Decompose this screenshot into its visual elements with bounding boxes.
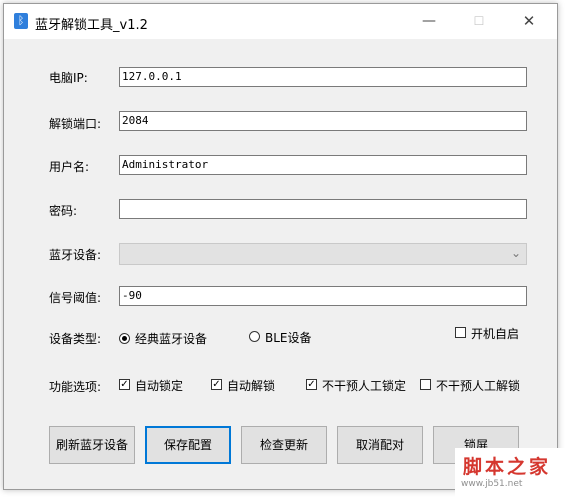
device-type-label: 设备类型: — [49, 332, 102, 346]
check-update-button[interactable]: 检查更新 — [241, 426, 327, 464]
ip-label: 电脑IP: — [49, 71, 88, 85]
ip-input[interactable]: 127.0.0.1 — [119, 67, 527, 87]
radio-ble[interactable] — [249, 331, 260, 342]
no-manual-lock-label: 不干预人工锁定 — [322, 379, 407, 393]
device-select[interactable]: ⌄ — [119, 243, 527, 265]
title-bar[interactable]: ᛒ 蓝牙解锁工具_v1.2 — ☐ ✕ — [4, 4, 557, 39]
signal-label: 信号阈值: — [49, 291, 102, 305]
password-label: 密码: — [49, 204, 78, 218]
chevron-down-icon: ⌄ — [510, 246, 521, 260]
watermark-text: 脚本之家 — [463, 456, 552, 478]
auto-unlock-checkbox[interactable]: ✓ — [211, 379, 222, 390]
watermark-url: www.jb51.net — [461, 479, 523, 489]
unpair-button[interactable]: 取消配对 — [337, 426, 423, 464]
no-manual-unlock-label: 不干预人工解锁 — [436, 379, 521, 393]
device-label: 蓝牙设备: — [49, 248, 102, 262]
app-window: ᛒ 蓝牙解锁工具_v1.2 — ☐ ✕ 电脑IP: 127.0.0.1 解锁端口… — [3, 3, 558, 490]
auto-lock-label: 自动锁定 — [135, 379, 184, 393]
no-manual-unlock-checkbox[interactable] — [420, 379, 431, 390]
maximize-button[interactable]: ☐ — [456, 4, 502, 39]
refresh-devices-button[interactable]: 刷新蓝牙设备 — [49, 426, 135, 464]
auto-unlock-label: 自动解锁 — [227, 379, 276, 393]
autostart-checkbox[interactable] — [455, 327, 466, 338]
port-input[interactable]: 2084 — [119, 111, 527, 131]
watermark: 脚本之家 www.jb51.net — [455, 448, 565, 498]
minimize-button[interactable]: — — [406, 4, 452, 39]
window-title: 蓝牙解锁工具_v1.2 — [35, 18, 148, 33]
port-label: 解锁端口: — [49, 117, 102, 131]
password-input[interactable] — [119, 199, 527, 219]
features-label: 功能选项: — [49, 380, 102, 394]
bluetooth-icon: ᛒ — [14, 13, 28, 29]
save-config-button[interactable]: 保存配置 — [145, 426, 231, 464]
auto-lock-checkbox[interactable]: ✓ — [119, 379, 130, 390]
radio-classic-bluetooth-label: 经典蓝牙设备 — [135, 332, 208, 346]
signal-input[interactable]: -90 — [119, 286, 527, 306]
username-input[interactable]: Administrator — [119, 155, 527, 175]
autostart-label: 开机自启 — [471, 327, 520, 341]
radio-ble-label: BLE设备 — [265, 331, 312, 345]
radio-classic-bluetooth[interactable] — [119, 333, 130, 344]
no-manual-lock-checkbox[interactable]: ✓ — [306, 379, 317, 390]
username-label: 用户名: — [49, 160, 90, 174]
close-button[interactable]: ✕ — [506, 4, 552, 39]
